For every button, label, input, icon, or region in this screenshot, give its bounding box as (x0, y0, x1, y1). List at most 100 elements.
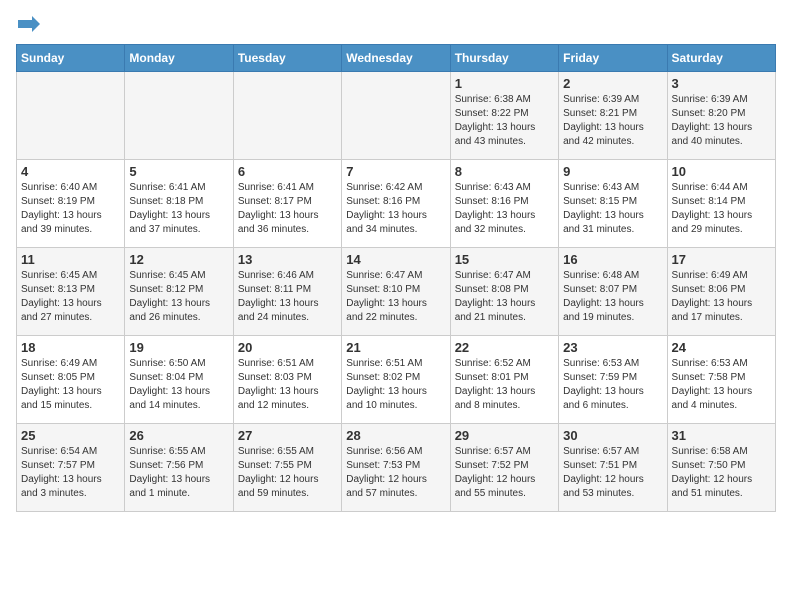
day-number: 14 (346, 252, 445, 267)
calendar-cell: 31Sunrise: 6:58 AM Sunset: 7:50 PM Dayli… (667, 424, 775, 512)
day-number: 13 (238, 252, 337, 267)
calendar-cell: 23 Sunrise: 6:53 AM Sunset: 7:59 PM Dayli… (559, 336, 667, 424)
day-info: Sunrise: 6:58 AM Sunset: 7:50 PM Dayligh… (672, 445, 771, 501)
day-info: Sunrise: 6:42 AM Sunset: 8:16 PM Dayligh… (346, 181, 445, 237)
day-info: Sunrise: 6:53 AM Sunset: 7:58 PM Dayligh… (672, 357, 771, 413)
col-header-tuesday: Tuesday (233, 45, 341, 72)
logo (16, 16, 40, 32)
day-number: 19 (129, 340, 228, 355)
week-row-5: 25 Sunrise: 6:54 AM Sunset: 7:57 PM Dayli… (17, 424, 776, 512)
week-row-2: 4 Sunrise: 6:40 AM Sunset: 8:19 PM Daylig… (17, 160, 776, 248)
calendar-cell: 15Sunrise: 6:47 AM Sunset: 8:08 PM Dayli… (450, 248, 558, 336)
day-info: Sunrise: 6:39 AM Sunset: 8:20 PM Dayligh… (672, 93, 771, 149)
day-number: 10 (672, 164, 771, 179)
day-number: 17 (672, 252, 771, 267)
calendar-cell: 22 Sunrise: 6:52 AM Sunset: 8:01 PM Dayli… (450, 336, 558, 424)
calendar-cell: 20 Sunrise: 6:51 AM Sunset: 8:03 PM Dayli… (233, 336, 341, 424)
day-info: Sunrise: 6:38 AM Sunset: 8:22 PM Dayligh… (455, 93, 554, 149)
day-number: 20 (238, 340, 337, 355)
calendar-cell: 26 Sunrise: 6:55 AM Sunset: 7:56 PM Dayli… (125, 424, 233, 512)
calendar-cell: 19 Sunrise: 6:50 AM Sunset: 8:04 PM Dayli… (125, 336, 233, 424)
day-number: 24 (672, 340, 771, 355)
calendar-cell: 21 Sunrise: 6:51 AM Sunset: 8:02 PM Dayli… (342, 336, 450, 424)
day-info: Sunrise: 6:49 AM Sunset: 8:05 PM Dayligh… (21, 357, 120, 413)
header-row: SundayMondayTuesdayWednesdayThursdayFrid… (17, 45, 776, 72)
day-info: Sunrise: 6:54 AM Sunset: 7:57 PM Dayligh… (21, 445, 120, 501)
day-info: Sunrise: 6:50 AM Sunset: 8:04 PM Dayligh… (129, 357, 228, 413)
day-number: 26 (129, 428, 228, 443)
day-info: Sunrise: 6:41 AM Sunset: 8:18 PM Dayligh… (129, 181, 228, 237)
col-header-sunday: Sunday (17, 45, 125, 72)
calendar-cell: 17 Sunrise: 6:49 AM Sunset: 8:06 PM Dayli… (667, 248, 775, 336)
col-header-saturday: Saturday (667, 45, 775, 72)
day-info: Sunrise: 6:40 AM Sunset: 8:19 PM Dayligh… (21, 181, 120, 237)
day-info: Sunrise: 6:49 AM Sunset: 8:06 PM Dayligh… (672, 269, 771, 325)
day-number: 18 (21, 340, 120, 355)
day-number: 2 (563, 76, 662, 91)
calendar-cell (342, 72, 450, 160)
calendar-cell: 28Sunrise: 6:56 AM Sunset: 7:53 PM Dayli… (342, 424, 450, 512)
day-number: 12 (129, 252, 228, 267)
day-number: 27 (238, 428, 337, 443)
day-info: Sunrise: 6:55 AM Sunset: 7:56 PM Dayligh… (129, 445, 228, 501)
calendar-cell: 7 Sunrise: 6:42 AM Sunset: 8:16 PM Daylig… (342, 160, 450, 248)
calendar-cell: 6Sunrise: 6:41 AM Sunset: 8:17 PM Daylig… (233, 160, 341, 248)
day-info: Sunrise: 6:51 AM Sunset: 8:02 PM Dayligh… (346, 357, 445, 413)
day-number: 6 (238, 164, 337, 179)
col-header-thursday: Thursday (450, 45, 558, 72)
day-info: Sunrise: 6:39 AM Sunset: 8:21 PM Dayligh… (563, 93, 662, 149)
calendar-cell: 8 Sunrise: 6:43 AM Sunset: 8:16 PM Daylig… (450, 160, 558, 248)
week-row-3: 11 Sunrise: 6:45 AM Sunset: 8:13 PM Dayli… (17, 248, 776, 336)
day-info: Sunrise: 6:52 AM Sunset: 8:01 PM Dayligh… (455, 357, 554, 413)
calendar-cell: 11 Sunrise: 6:45 AM Sunset: 8:13 PM Dayli… (17, 248, 125, 336)
day-info: Sunrise: 6:43 AM Sunset: 8:16 PM Dayligh… (455, 181, 554, 237)
page-header (16, 16, 776, 32)
day-info: Sunrise: 6:53 AM Sunset: 7:59 PM Dayligh… (563, 357, 662, 413)
col-header-monday: Monday (125, 45, 233, 72)
day-number: 16 (563, 252, 662, 267)
col-header-wednesday: Wednesday (342, 45, 450, 72)
day-info: Sunrise: 6:57 AM Sunset: 7:51 PM Dayligh… (563, 445, 662, 501)
day-info: Sunrise: 6:47 AM Sunset: 8:08 PM Dayligh… (455, 269, 554, 325)
calendar-cell: 10Sunrise: 6:44 AM Sunset: 8:14 PM Dayli… (667, 160, 775, 248)
calendar-cell (125, 72, 233, 160)
day-info: Sunrise: 6:47 AM Sunset: 8:10 PM Dayligh… (346, 269, 445, 325)
day-number: 29 (455, 428, 554, 443)
day-info: Sunrise: 6:45 AM Sunset: 8:13 PM Dayligh… (21, 269, 120, 325)
calendar-cell: 2 Sunrise: 6:39 AM Sunset: 8:21 PM Daylig… (559, 72, 667, 160)
day-info: Sunrise: 6:51 AM Sunset: 8:03 PM Dayligh… (238, 357, 337, 413)
calendar-cell: 1Sunrise: 6:38 AM Sunset: 8:22 PM Daylig… (450, 72, 558, 160)
day-number: 30 (563, 428, 662, 443)
day-info: Sunrise: 6:45 AM Sunset: 8:12 PM Dayligh… (129, 269, 228, 325)
day-number: 22 (455, 340, 554, 355)
day-info: Sunrise: 6:46 AM Sunset: 8:11 PM Dayligh… (238, 269, 337, 325)
day-info: Sunrise: 6:48 AM Sunset: 8:07 PM Dayligh… (563, 269, 662, 325)
day-number: 28 (346, 428, 445, 443)
calendar-cell (233, 72, 341, 160)
calendar-cell: 3 Sunrise: 6:39 AM Sunset: 8:20 PM Daylig… (667, 72, 775, 160)
calendar-cell: 24 Sunrise: 6:53 AM Sunset: 7:58 PM Dayli… (667, 336, 775, 424)
week-row-4: 18 Sunrise: 6:49 AM Sunset: 8:05 PM Dayli… (17, 336, 776, 424)
day-number: 8 (455, 164, 554, 179)
calendar-cell: 12 Sunrise: 6:45 AM Sunset: 8:12 PM Dayli… (125, 248, 233, 336)
day-number: 25 (21, 428, 120, 443)
week-row-1: 1Sunrise: 6:38 AM Sunset: 8:22 PM Daylig… (17, 72, 776, 160)
calendar-cell: 4 Sunrise: 6:40 AM Sunset: 8:19 PM Daylig… (17, 160, 125, 248)
day-number: 23 (563, 340, 662, 355)
day-number: 11 (21, 252, 120, 267)
day-number: 3 (672, 76, 771, 91)
calendar-cell: 14 Sunrise: 6:47 AM Sunset: 8:10 PM Dayli… (342, 248, 450, 336)
day-info: Sunrise: 6:43 AM Sunset: 8:15 PM Dayligh… (563, 181, 662, 237)
calendar-cell: 9Sunrise: 6:43 AM Sunset: 8:15 PM Daylig… (559, 160, 667, 248)
logo-arrow-icon (18, 16, 40, 32)
col-header-friday: Friday (559, 45, 667, 72)
day-number: 5 (129, 164, 228, 179)
day-number: 7 (346, 164, 445, 179)
day-info: Sunrise: 6:57 AM Sunset: 7:52 PM Dayligh… (455, 445, 554, 501)
day-number: 21 (346, 340, 445, 355)
calendar-table: SundayMondayTuesdayWednesdayThursdayFrid… (16, 44, 776, 512)
day-number: 4 (21, 164, 120, 179)
calendar-cell: 18 Sunrise: 6:49 AM Sunset: 8:05 PM Dayli… (17, 336, 125, 424)
calendar-cell (17, 72, 125, 160)
calendar-cell: 29 Sunrise: 6:57 AM Sunset: 7:52 PM Dayli… (450, 424, 558, 512)
